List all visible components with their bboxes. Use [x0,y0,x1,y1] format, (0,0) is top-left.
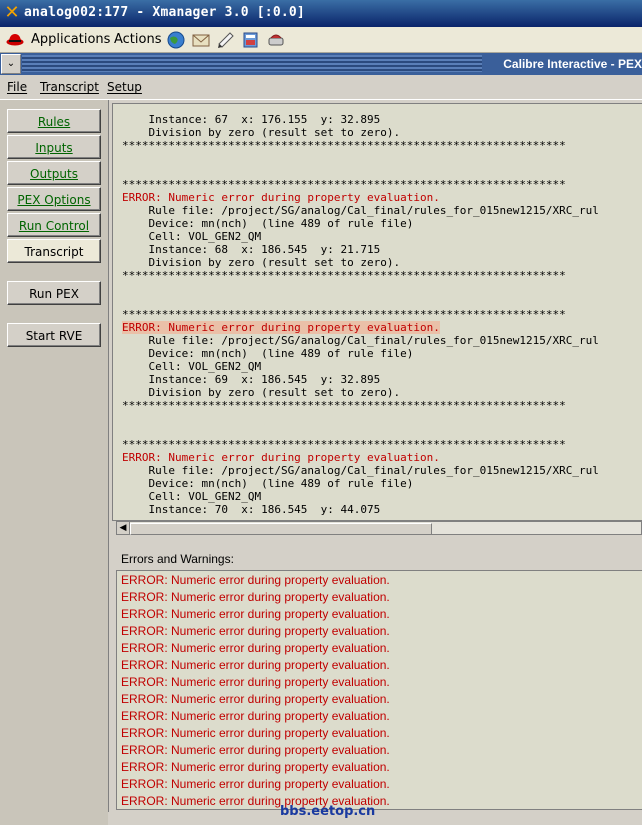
error-list-item[interactable]: ERROR: Numeric error during property eva… [121,572,390,589]
transcript-error-line: ERROR: Numeric error during property eva… [122,321,440,334]
transcript-line: ****************************************… [122,178,566,191]
menu-setup[interactable]: Setup [107,75,142,99]
desktop-panel: Applications Actions [0,27,642,53]
notes-icon[interactable] [216,30,236,50]
transcript-line: Device: mn(nch) (line 489 of rule file) [122,347,414,360]
transcript-line: Division by zero (result set to zero). [122,256,401,269]
errors-list[interactable]: ERROR: Numeric error during property eva… [116,570,642,810]
transcript-line: Rule file: /project/SG/analog/Cal_final/… [122,334,599,347]
transcript-line: Rule file: /project/SG/analog/Cal_final/… [122,464,599,477]
transcript-line: Instance: 67 x: 176.155 y: 32.895 [122,113,381,126]
nav-inputs-button[interactable]: Inputs [7,135,101,159]
x-window-title: analog002:177 - Xmanager 3.0 [:0.0] [24,5,305,20]
actions-menu[interactable]: Actions [114,27,162,52]
nav-run-control-button[interactable]: Run Control [7,213,101,237]
transcript-line: Division by zero (result set to zero). [122,386,401,399]
menu-transcript[interactable]: Transcript [40,75,99,99]
run-pex-button[interactable]: Run PEX [7,281,101,305]
scroll-thumb[interactable] [130,523,432,535]
watermark: bbs.eetop.cn [280,804,376,819]
error-list-item[interactable]: ERROR: Numeric error during property eva… [121,742,390,759]
error-list-item[interactable]: ERROR: Numeric error during property eva… [121,708,390,725]
transcript-line: ****************************************… [122,139,566,152]
left-nav: Rules Inputs Outputs PEX Options Run Con… [0,100,109,825]
transcript-line: Instance: 68 x: 186.545 y: 21.715 [122,243,381,256]
error-list-item[interactable]: ERROR: Numeric error during property eva… [121,759,390,776]
menu-file[interactable]: File [7,75,27,99]
app-titlebar[interactable]: ⌄ Calibre Interactive - PEX [0,53,642,75]
mail-icon[interactable] [191,30,211,50]
transcript-line: ****************************************… [122,399,566,412]
x-window-titlebar[interactable]: ✕ analog002:177 - Xmanager 3.0 [:0.0] [0,0,642,27]
transcript-line: Division by zero (result set to zero). [122,126,401,139]
nav-outputs-button[interactable]: Outputs [7,161,101,185]
print-icon[interactable] [266,30,286,50]
error-list-item[interactable]: ERROR: Numeric error during property eva… [121,640,390,657]
menubar: File Transcript Setup [0,75,642,100]
transcript-error-line: ERROR: Numeric error during property eva… [122,451,440,464]
start-rve-button[interactable]: Start RVE [7,323,101,347]
error-list-item[interactable]: ERROR: Numeric error during property eva… [121,606,390,623]
window-menu-button[interactable]: ⌄ [1,54,21,74]
browser-icon[interactable] [166,30,186,50]
transcript-line: Cell: VOL_GEN2_QM [122,230,262,243]
x-logo-icon: ✕ [4,2,20,23]
transcript-hscrollbar[interactable]: ◀ [116,521,642,535]
error-list-item[interactable]: ERROR: Numeric error during property eva… [121,725,390,742]
transcript-line: Cell: VOL_GEN2_QM [122,360,262,373]
error-list-item[interactable]: ERROR: Numeric error during property eva… [121,623,390,640]
transcript-line: Device: mn(nch) (line 489 of rule file) [122,217,414,230]
transcript-line: ****************************************… [122,438,566,451]
transcript-error-line: ERROR: Numeric error during property eva… [122,191,440,204]
redhat-icon[interactable] [6,32,24,46]
error-list-item[interactable]: ERROR: Numeric error during property eva… [121,691,390,708]
nav-transcript-button[interactable]: Transcript [7,239,101,263]
transcript-line: Instance: 69 x: 186.545 y: 32.895 [122,373,381,386]
transcript-pane[interactable]: Instance: 67 x: 176.155 y: 32.895 Divisi… [112,103,642,521]
scroll-left-icon[interactable]: ◀ [117,522,130,534]
error-list-item[interactable]: ERROR: Numeric error during property eva… [121,776,390,793]
transcript-line: Instance: 70 x: 186.545 y: 44.075 [122,503,381,516]
transcript-line: Rule file: /project/SG/analog/Cal_final/… [122,204,599,217]
transcript-line: Device: mn(nch) (line 489 of rule file) [122,477,414,490]
nav-pex-options-button[interactable]: PEX Options [7,187,101,211]
nav-rules-button[interactable]: Rules [7,109,101,133]
transcript-line: Cell: VOL_GEN2_QM [122,490,262,503]
error-list-item[interactable]: ERROR: Numeric error during property eva… [121,674,390,691]
transcript-line: ****************************************… [122,269,566,282]
errors-label: Errors and Warnings: [121,552,234,566]
app-title: Calibre Interactive - PEX [503,57,642,71]
titlebar-stripes [22,55,482,72]
error-list-item[interactable]: ERROR: Numeric error during property eva… [121,589,390,606]
office-icon[interactable] [241,30,261,50]
transcript-line: ****************************************… [122,308,566,321]
applications-menu[interactable]: Applications [31,27,110,52]
error-list-item[interactable]: ERROR: Numeric error during property eva… [121,657,390,674]
